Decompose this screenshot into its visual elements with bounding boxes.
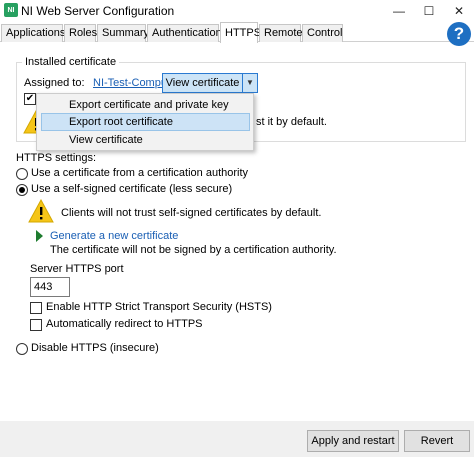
use-ca-certificate-label[interactable]: Use a certificate from a certification a…	[31, 167, 248, 179]
menu-item-view-certificate[interactable]: View certificate	[41, 131, 250, 149]
apply-and-restart-button[interactable]: Apply and restart	[307, 430, 399, 452]
view-certificate-split-button[interactable]: View certificate ▼	[162, 73, 258, 93]
self-signed-warning-text: Clients will not trust self-signed certi…	[61, 207, 322, 219]
hsts-checkbox[interactable]	[30, 302, 42, 314]
generate-certificate-note: The certificate will not be signed by a …	[50, 244, 337, 256]
menu-item-export-root-certificate[interactable]: Export root certificate	[41, 113, 250, 131]
window-title: NI Web Server Configuration	[21, 4, 175, 18]
redirect-https-label[interactable]: Automatically redirect to HTTPS	[46, 318, 203, 330]
ni-app-icon: NI	[4, 3, 18, 17]
close-button[interactable]: ✕	[444, 0, 474, 22]
https-settings-label: HTTPS settings:	[16, 152, 97, 164]
certificate-warning-text: st it by default.	[256, 116, 327, 128]
tab-remote[interactable]: Remote	[259, 24, 303, 42]
chevron-down-icon[interactable]: ▼	[242, 74, 257, 92]
menu-item-export-cert-private-key[interactable]: Export certificate and private key	[41, 96, 250, 114]
certificate-dropdown-menu: Export certificate and private key Expor…	[36, 93, 254, 151]
tab-https[interactable]: HTTPS	[220, 22, 261, 43]
footer-bar	[0, 421, 474, 457]
title-bar: NI NI Web Server Configuration — ☐ ✕	[0, 0, 474, 22]
expand-arrow-icon[interactable]	[36, 230, 43, 242]
server-port-label: Server HTTPS port	[30, 263, 124, 275]
certificate-checkbox[interactable]: ✔	[24, 93, 36, 105]
hsts-label[interactable]: Enable HTTP Strict Transport Security (H…	[46, 301, 272, 313]
generate-certificate-link[interactable]: Generate a new certificate	[50, 230, 178, 242]
revert-button[interactable]: Revert	[404, 430, 470, 452]
tab-summary[interactable]: Summary	[97, 24, 149, 42]
tab-authentication[interactable]: Authentication	[147, 24, 222, 42]
maximize-button[interactable]: ☐	[414, 0, 444, 22]
assigned-to-label: Assigned to:	[24, 77, 85, 89]
minimize-button[interactable]: —	[384, 0, 414, 22]
tab-applications[interactable]: Applications	[1, 24, 65, 42]
installed-certificate-title: Installed certificate	[22, 56, 120, 68]
view-certificate-button[interactable]: View certificate	[163, 74, 242, 92]
help-icon[interactable]: ?	[447, 22, 471, 46]
radio-use-self-signed[interactable]	[16, 184, 28, 196]
tab-control[interactable]: Control	[302, 24, 343, 42]
warning-icon	[28, 199, 54, 223]
redirect-https-checkbox[interactable]	[30, 319, 42, 331]
use-self-signed-label[interactable]: Use a self-signed certificate (less secu…	[31, 183, 232, 195]
tab-strip: Applications Roles Summary Authenticatio…	[0, 22, 474, 43]
tab-roles[interactable]: Roles	[64, 24, 97, 42]
radio-use-ca-certificate[interactable]	[16, 168, 28, 180]
disable-https-label[interactable]: Disable HTTPS (insecure)	[31, 342, 159, 354]
radio-disable-https[interactable]	[16, 343, 28, 355]
server-port-input[interactable]: 443	[30, 277, 70, 297]
